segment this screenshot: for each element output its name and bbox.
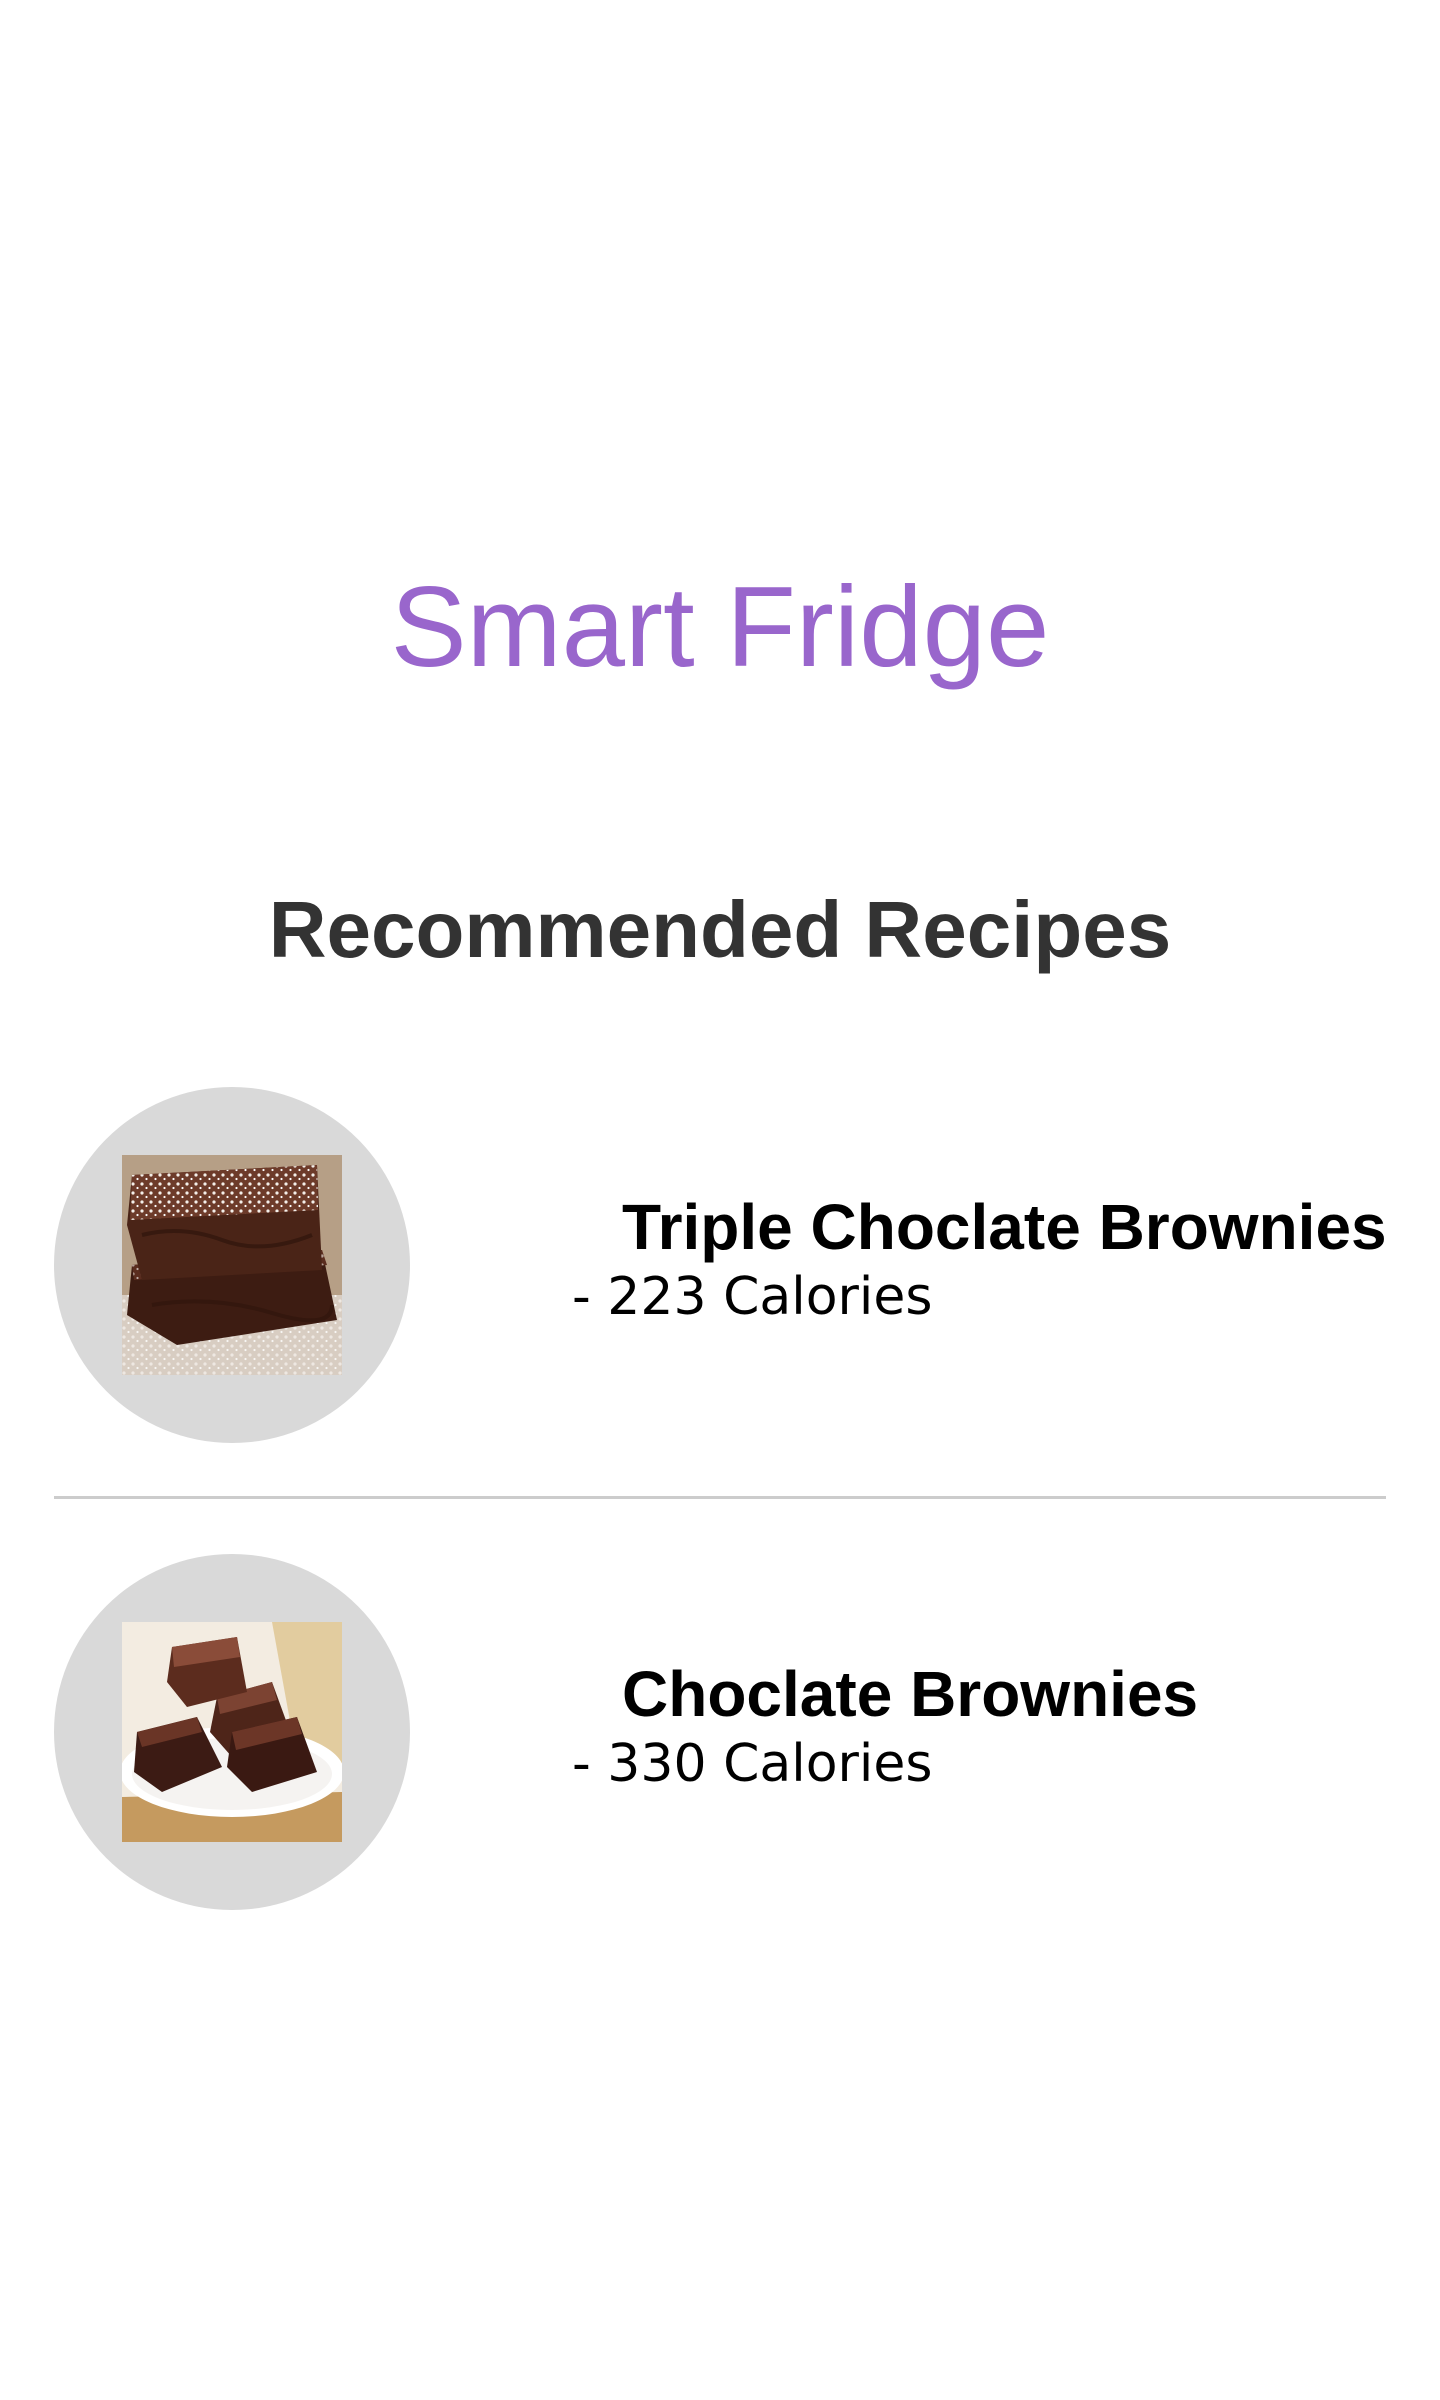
recipe-item-choclate-brownies[interactable]: Choclate Brownies - 330 Calories	[54, 1554, 1386, 1910]
smart-fridge-page: { "app": { "title": "Smart Fridge", "tit…	[0, 0, 1440, 2400]
recipe-name: Triple Choclate Brownies	[622, 1191, 1387, 1263]
stacked-brownies-icon	[122, 1155, 342, 1375]
recipe-name: Choclate Brownies	[622, 1658, 1199, 1730]
recipe-list: Triple Choclate Brownies - 223 Calories	[54, 1087, 1387, 1910]
recipe-thumbnail	[54, 1554, 410, 1910]
plated-brownies-icon	[122, 1622, 342, 1842]
recipe-calories: - 223 Calories	[572, 1267, 933, 1327]
recipe-thumbnail	[54, 1087, 410, 1443]
recommended-recipes-heading: Recommended Recipes	[268, 885, 1172, 974]
recipe-calories: - 330 Calories	[572, 1734, 933, 1794]
app-title: Smart Fridge	[390, 564, 1050, 691]
recipe-divider	[54, 1496, 1386, 1499]
recipe-item-triple-choclate-brownies[interactable]: Triple Choclate Brownies - 223 Calories	[54, 1087, 1387, 1443]
